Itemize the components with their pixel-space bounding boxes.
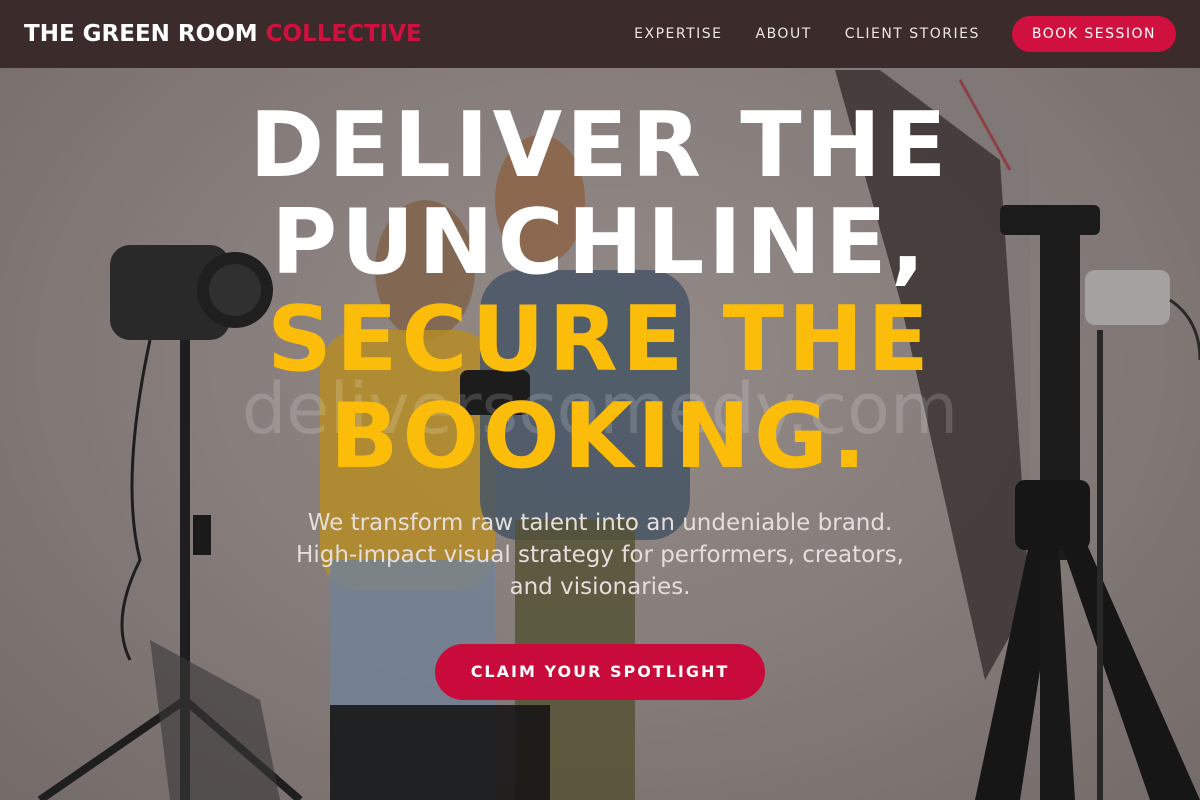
headline-line-1: DELIVER THE xyxy=(249,93,951,198)
brand-name: THE GREEN ROOM xyxy=(24,21,258,47)
brand-logo[interactable]: THE GREEN ROOM COLLECTIVE xyxy=(24,21,422,47)
headline-line-2: PUNCHLINE, xyxy=(271,190,929,295)
nav-link-expertise[interactable]: EXPERTISE xyxy=(634,26,722,42)
headline-line-3: SECURE THE xyxy=(267,287,933,392)
hero-subtitle: We transform raw talent into an undeniab… xyxy=(0,507,1200,603)
subtitle-line-3: and visionaries. xyxy=(509,574,691,600)
claim-spotlight-button[interactable]: CLAIM YOUR SPOTLIGHT xyxy=(435,644,765,700)
subtitle-line-2: High-impact visual strategy for performe… xyxy=(296,542,904,568)
brand-name-accent: COLLECTIVE xyxy=(265,21,422,47)
top-navbar: THE GREEN ROOM COLLECTIVE EXPERTISE ABOU… xyxy=(0,0,1200,68)
headline-line-4: BOOKING. xyxy=(329,384,871,489)
hero-headline: DELIVER THE PUNCHLINE, SECURE THE BOOKIN… xyxy=(0,97,1200,485)
nav-link-about[interactable]: ABOUT xyxy=(756,26,812,42)
nav-link-client-stories[interactable]: CLIENT STORIES xyxy=(845,26,980,42)
subtitle-line-1: We transform raw talent into an undeniab… xyxy=(307,510,893,536)
nav-links: EXPERTISE ABOUT CLIENT STORIES BOOK SESS… xyxy=(601,16,1176,52)
book-session-button[interactable]: BOOK SESSION xyxy=(1011,16,1176,52)
